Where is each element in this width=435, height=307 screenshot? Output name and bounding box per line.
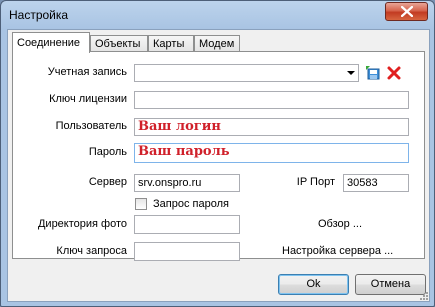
resize-grip-icon[interactable] xyxy=(418,290,428,300)
save-disk-icon xyxy=(366,66,380,80)
user-label: Пользователь xyxy=(55,120,127,132)
tab-maps[interactable]: Карты xyxy=(148,35,194,52)
photo-directory-label: Директория фото xyxy=(37,218,127,230)
request-key-input[interactable] xyxy=(134,242,240,261)
dialog-body: Соединение Объекты Карты Модем Учетная з… xyxy=(7,29,430,302)
license-key-input[interactable] xyxy=(134,91,409,109)
password-input[interactable]: Ваш пароль xyxy=(134,143,409,163)
request-key-label: Ключ запроса xyxy=(56,245,127,257)
delete-account-button[interactable] xyxy=(386,65,402,81)
photo-directory-input[interactable] xyxy=(134,215,240,234)
close-button[interactable] xyxy=(385,2,428,21)
tab-modem[interactable]: Модем xyxy=(194,35,240,52)
license-key-label: Ключ лицензии xyxy=(49,93,127,105)
user-hint-overlay: Ваш логин xyxy=(138,119,221,134)
password-hint-overlay: Ваш пароль xyxy=(138,144,230,159)
server-label: Сервер xyxy=(88,176,127,188)
window-title: Настройка xyxy=(9,8,69,22)
ip-port-label: IP Порт xyxy=(296,176,335,188)
close-icon xyxy=(401,6,413,17)
chevron-down-icon xyxy=(347,71,355,75)
user-input[interactable]: Ваш логин xyxy=(134,118,409,136)
tab-objects[interactable]: Объекты xyxy=(90,35,148,52)
account-label: Учетная запись xyxy=(47,66,127,78)
server-input[interactable]: srv.onspro.ru xyxy=(134,174,240,192)
browse-link[interactable]: Обзор ... xyxy=(318,218,362,230)
password-label: Пароль xyxy=(88,146,127,158)
account-combobox[interactable] xyxy=(134,64,359,82)
server-settings-link[interactable]: Настройка сервера ... xyxy=(282,245,393,257)
ok-button[interactable]: Ok xyxy=(278,274,349,295)
ip-port-input[interactable]: 30583 xyxy=(343,174,409,192)
cancel-button[interactable]: Отмена xyxy=(355,274,426,295)
settings-window: Настройка Соединение Объекты Карты Модем… xyxy=(0,0,435,307)
delete-x-icon xyxy=(387,66,401,80)
connection-panel: Учетная запись Ключ лицензии Пользовател… xyxy=(12,51,425,261)
tab-connection[interactable]: Соединение xyxy=(12,32,90,53)
save-account-button[interactable] xyxy=(365,65,381,81)
request-password-label: Запрос пароля xyxy=(153,198,229,210)
request-password-checkbox[interactable] xyxy=(135,198,147,210)
